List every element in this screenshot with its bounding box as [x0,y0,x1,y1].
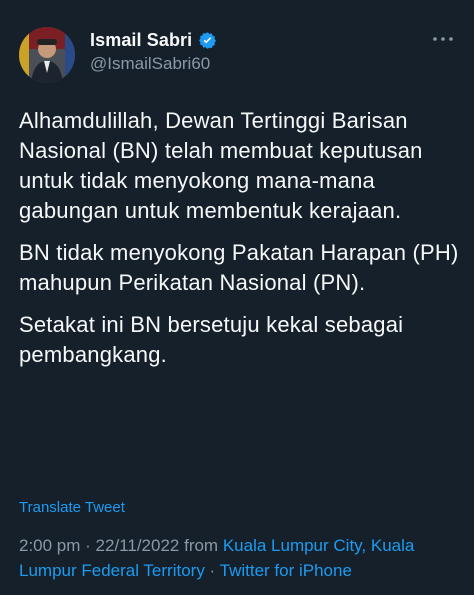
tweet-paragraph: Alhamdulillah, Dewan Tertinggi Barisan N… [19,108,423,223]
verified-badge-icon [199,32,217,49]
tweet-metadata: 2:00 pm · 22/11/2022 from Kuala Lumpur C… [19,533,464,583]
more-options-icon[interactable] [432,34,454,44]
tweet-text: Alhamdulillah, Dewan Tertinggi Barisan N… [19,106,459,382]
name-row: Ismail Sabri [90,30,217,51]
avatar[interactable] [19,27,75,83]
translate-tweet-link[interactable]: Translate Tweet [19,499,125,516]
separator: · [204,561,220,580]
display-name[interactable]: Ismail Sabri [90,30,192,51]
handle[interactable]: @IsmailSabri60 [90,54,217,74]
tweet-time[interactable]: 2:00 pm [19,536,80,555]
tweet-date[interactable]: 22/11/2022 [96,536,180,555]
tweet-card: Ismail Sabri @IsmailSabri60 Alhamdulilla… [0,0,474,595]
source-link[interactable]: Twitter for iPhone [220,561,352,580]
tweet-paragraph: BN tidak menyokong Pakatan Harapan (PH) … [19,240,459,295]
author-block: Ismail Sabri @IsmailSabri60 [90,30,217,74]
tweet-paragraph: Setakat ini BN bersetuju kekal sebagai p… [19,312,404,367]
separator: · [80,536,96,555]
from-label: from [179,536,223,555]
